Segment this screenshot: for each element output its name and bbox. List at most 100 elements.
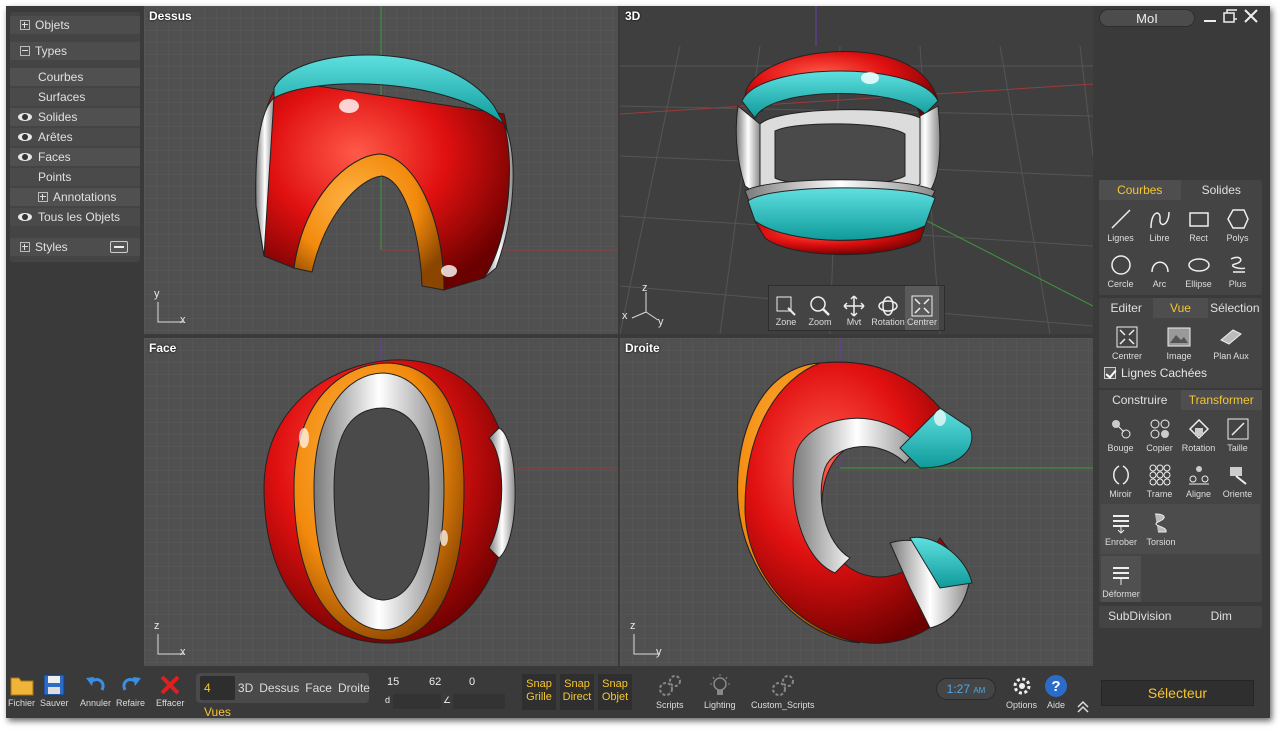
tab-view[interactable]: Vue [1153, 298, 1208, 318]
redo-icon [122, 677, 141, 691]
snap-object-toggle[interactable]: Snap Objet [598, 674, 632, 710]
rectangle-button[interactable]: Rect [1179, 200, 1218, 246]
expand-icon[interactable] [38, 192, 48, 202]
styles-header[interactable]: Styles [10, 238, 140, 256]
more-curves-button[interactable]: Plus [1218, 246, 1257, 292]
options-button[interactable]: Options [1006, 674, 1037, 710]
tab-subdivision[interactable]: SubDivision [1099, 606, 1181, 626]
wrap-button[interactable]: Enrober [1101, 504, 1141, 550]
tab-transform[interactable]: Transformer [1180, 390, 1262, 410]
angle-field[interactable] [453, 694, 505, 709]
deform-button[interactable]: Déformer [1101, 556, 1141, 602]
save-button[interactable]: Sauver [40, 674, 69, 708]
align-button[interactable]: Aligne [1179, 456, 1218, 502]
type-solids[interactable]: Solides [10, 108, 140, 126]
eye-icon[interactable] [18, 113, 32, 121]
zone-button[interactable]: Zone [769, 286, 803, 330]
pan-button[interactable]: Mvt [837, 286, 871, 330]
move-button[interactable]: Bouge [1101, 410, 1140, 456]
tool-label: Cercle [1107, 279, 1134, 289]
viewport-front[interactable]: Face z x [144, 338, 618, 666]
array-button[interactable]: Trame [1140, 456, 1179, 502]
all-objects[interactable]: Tous les Objets [10, 208, 140, 226]
tab-dim[interactable]: Dim [1181, 606, 1263, 626]
type-edges[interactable]: Arêtes [10, 128, 140, 146]
lines-button[interactable]: Lignes [1101, 200, 1140, 246]
view-front[interactable]: Face [302, 676, 335, 700]
tab-solids[interactable]: Solides [1181, 180, 1263, 200]
expand-icon[interactable] [20, 242, 30, 252]
viewport-title: Dessus [149, 9, 192, 23]
help-icon: ? [1045, 675, 1067, 697]
rotate-button[interactable]: Rotation [871, 286, 905, 330]
center-view-button[interactable]: Centrer [1101, 318, 1153, 364]
image-button[interactable]: Image [1153, 318, 1205, 364]
center-button[interactable]: Centrer [905, 286, 939, 330]
selector-button[interactable]: Sélecteur [1101, 680, 1254, 706]
arc-icon [1150, 261, 1169, 273]
view-top[interactable]: Dessus [256, 676, 302, 700]
tab-selection[interactable]: Sélection [1208, 298, 1262, 318]
coord-y[interactable]: 62 [429, 676, 441, 688]
snap-grid-toggle[interactable]: Snap Grille [522, 674, 556, 710]
coord-z[interactable]: 0 [469, 676, 475, 688]
eye-icon[interactable] [18, 153, 32, 161]
checkbox-icon[interactable] [1104, 367, 1116, 379]
undo-button[interactable]: Annuler [80, 674, 111, 708]
twist-button[interactable]: Torsion [1141, 504, 1181, 550]
scale-button[interactable]: Taille [1218, 410, 1257, 456]
bottom-toolbar: Fichier Sauver Annuler Refaire Effacer 4… [6, 666, 1270, 718]
view-right[interactable]: Droite [335, 676, 373, 700]
type-annotations[interactable]: Annotations [10, 188, 140, 206]
help-button[interactable]: ? Aide [1044, 674, 1068, 710]
scripts-button[interactable]: Scripts [656, 674, 684, 710]
viewport-top[interactable]: Dessus y x [144, 6, 618, 334]
distance-field[interactable] [393, 694, 441, 709]
styles-edit-button[interactable] [110, 241, 128, 253]
minimize-icon[interactable] [1203, 9, 1217, 23]
custom-scripts-button[interactable]: Custom_Scripts [751, 674, 815, 710]
type-faces[interactable]: Faces [10, 148, 140, 166]
close-icon[interactable] [1244, 9, 1258, 23]
view-four[interactable]: 4 Vues [200, 676, 235, 718]
tool-label: Taille [1227, 443, 1248, 453]
eye-icon[interactable] [18, 133, 32, 141]
coord-x[interactable]: 15 [387, 676, 399, 688]
file-button[interactable]: Fichier [8, 674, 35, 708]
delete-button[interactable]: Effacer [156, 674, 184, 708]
objects-header[interactable]: Objets [10, 16, 140, 34]
type-curves[interactable]: Courbes [10, 68, 140, 86]
rotation-button[interactable]: Rotation [1179, 410, 1218, 456]
type-points[interactable]: Points [10, 168, 140, 186]
delete-icon [160, 675, 180, 695]
tab-edit[interactable]: Editer [1099, 298, 1153, 318]
orient-button[interactable]: Oriente [1218, 456, 1257, 502]
expand-icon[interactable] [20, 20, 30, 30]
plane-button[interactable]: Plan Aux [1205, 318, 1257, 364]
polygon-button[interactable]: Polys [1218, 200, 1257, 246]
lighting-button[interactable]: Lighting [704, 674, 736, 710]
mirror-button[interactable]: Miroir [1101, 456, 1140, 502]
mirror-icon [1112, 465, 1129, 485]
ellipse-button[interactable]: Ellipse [1179, 246, 1218, 292]
types-header[interactable]: Types [10, 42, 140, 60]
chevron-up-icon[interactable] [1076, 700, 1090, 714]
copy-button[interactable]: Copier [1140, 410, 1179, 456]
arc-button[interactable]: Arc [1140, 246, 1179, 292]
freehand-button[interactable]: Libre [1140, 200, 1179, 246]
hidden-lines-checkbox[interactable]: Lignes Cachées [1099, 364, 1262, 382]
button-label: Annuler [80, 698, 112, 708]
viewport-right[interactable]: Droite z y [620, 338, 1093, 666]
redo-button[interactable]: Refaire [116, 674, 145, 708]
maximize-icon[interactable] [1223, 9, 1237, 23]
tab-curves[interactable]: Courbes [1099, 180, 1181, 200]
eye-icon[interactable] [18, 213, 32, 221]
circle-button[interactable]: Cercle [1101, 246, 1140, 292]
type-surfaces[interactable]: Surfaces [10, 88, 140, 106]
tab-construct[interactable]: Construire [1099, 390, 1181, 410]
collapse-icon[interactable] [20, 46, 30, 56]
zoom-button[interactable]: Zoom [803, 286, 837, 330]
type-label: Courbes [38, 70, 84, 84]
snap-direct-toggle[interactable]: Snap Direct [560, 674, 594, 710]
view-3d[interactable]: 3D [235, 676, 256, 700]
